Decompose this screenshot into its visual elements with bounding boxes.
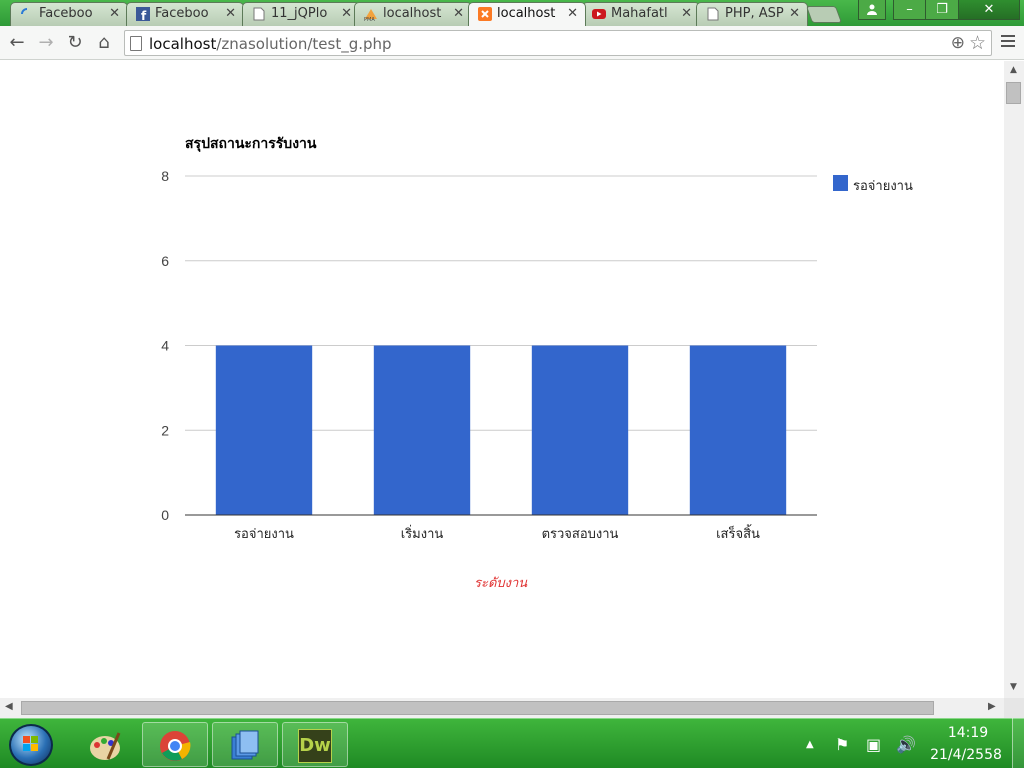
x-tick-label: เริ่มงาน bbox=[401, 525, 444, 542]
scroll-thumb[interactable] bbox=[21, 701, 934, 715]
tab-localhost-active[interactable]: localhost ✕ bbox=[468, 2, 586, 26]
x-tick-label: รอจ่ายงาน bbox=[234, 527, 294, 542]
explorer-icon bbox=[231, 730, 259, 760]
y-tick-label: 2 bbox=[161, 422, 169, 438]
bar-chart: 0 2 4 6 8 รอจ่ายงาน เริ่มงาน ตรวจสอบงาน เสร็จสิ้… bbox=[161, 168, 817, 542]
bar bbox=[689, 345, 787, 515]
taskbar-chrome[interactable] bbox=[142, 722, 208, 767]
x-axis-title: ระดับงาน bbox=[474, 576, 528, 591]
xampp-icon bbox=[478, 7, 492, 21]
show-desktop-button[interactable] bbox=[1012, 718, 1024, 768]
scroll-left-icon[interactable]: ◀ bbox=[5, 701, 13, 712]
bar bbox=[373, 345, 471, 515]
close-icon[interactable]: ✕ bbox=[567, 3, 578, 25]
vertical-scrollbar[interactable]: ▲ ▼ bbox=[1004, 61, 1024, 698]
show-hidden-icons[interactable]: ▲ bbox=[806, 739, 814, 750]
scroll-corner bbox=[1004, 698, 1024, 718]
scroll-right-icon[interactable]: ▶ bbox=[988, 701, 996, 712]
clock-date[interactable]: 21/4/2558 bbox=[928, 747, 1004, 763]
scroll-down-icon[interactable]: ▼ bbox=[1010, 682, 1017, 692]
y-tick-label: 6 bbox=[161, 253, 169, 269]
taskbar-paint[interactable] bbox=[72, 722, 138, 767]
legend-swatch bbox=[833, 175, 848, 191]
scroll-up-icon[interactable]: ▲ bbox=[1010, 65, 1017, 75]
legend-label: รอจ่ายงาน bbox=[853, 179, 913, 194]
action-center-icon[interactable]: ⚑ bbox=[835, 735, 849, 754]
y-tick-label: 0 bbox=[161, 507, 169, 523]
y-tick-label: 8 bbox=[161, 168, 169, 184]
dreamweaver-icon: Dw bbox=[298, 729, 332, 763]
paint-icon bbox=[90, 732, 121, 760]
chrome-icon bbox=[160, 731, 191, 761]
horizontal-scrollbar[interactable]: ◀ ▶ bbox=[0, 698, 1004, 718]
windows-logo-icon bbox=[23, 736, 38, 751]
x-tick-label: ตรวจสอบงาน bbox=[542, 527, 619, 542]
x-tick-label: เสร็จสิ้น bbox=[716, 524, 760, 542]
clock-time[interactable]: 14:19 bbox=[932, 725, 1004, 741]
bar bbox=[215, 345, 313, 515]
taskbar-dreamweaver[interactable]: Dw bbox=[282, 722, 348, 767]
start-button[interactable] bbox=[9, 724, 53, 766]
bar bbox=[531, 345, 629, 515]
taskbar-explorer[interactable] bbox=[212, 722, 278, 767]
scroll-thumb[interactable] bbox=[1006, 82, 1021, 104]
tab-label: localhost bbox=[497, 6, 556, 21]
volume-icon[interactable]: 🔊 bbox=[896, 735, 916, 754]
y-tick-label: 4 bbox=[161, 338, 169, 354]
network-icon[interactable]: ▣ bbox=[866, 735, 881, 754]
